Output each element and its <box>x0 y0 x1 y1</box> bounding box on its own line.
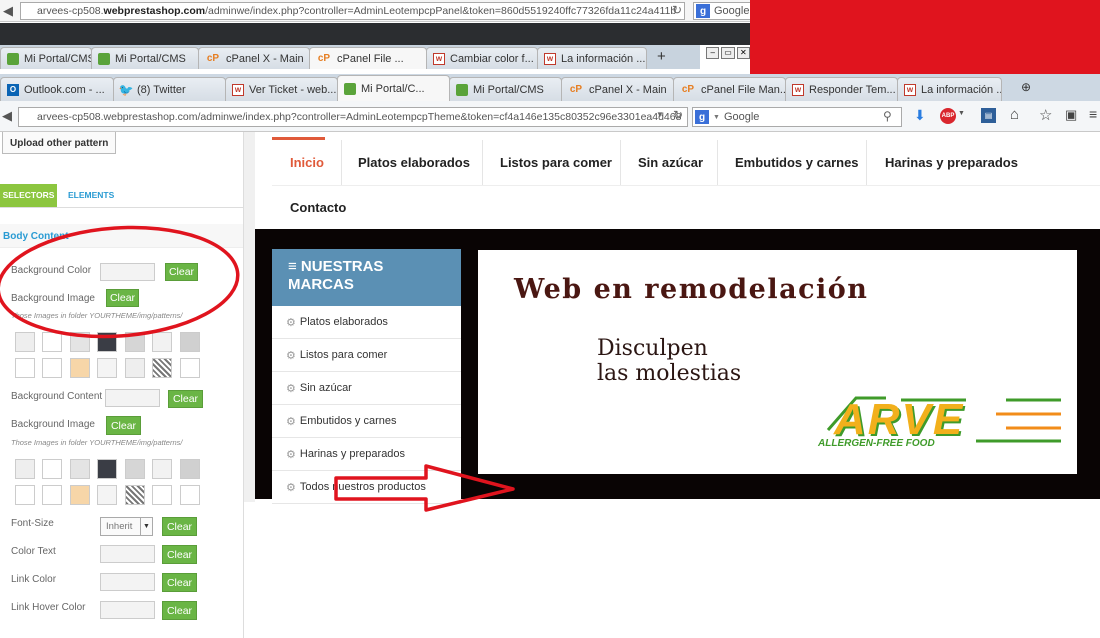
annotation-circle <box>0 225 240 339</box>
annotation-arrow <box>334 464 515 512</box>
annotation-overlay <box>0 225 515 512</box>
